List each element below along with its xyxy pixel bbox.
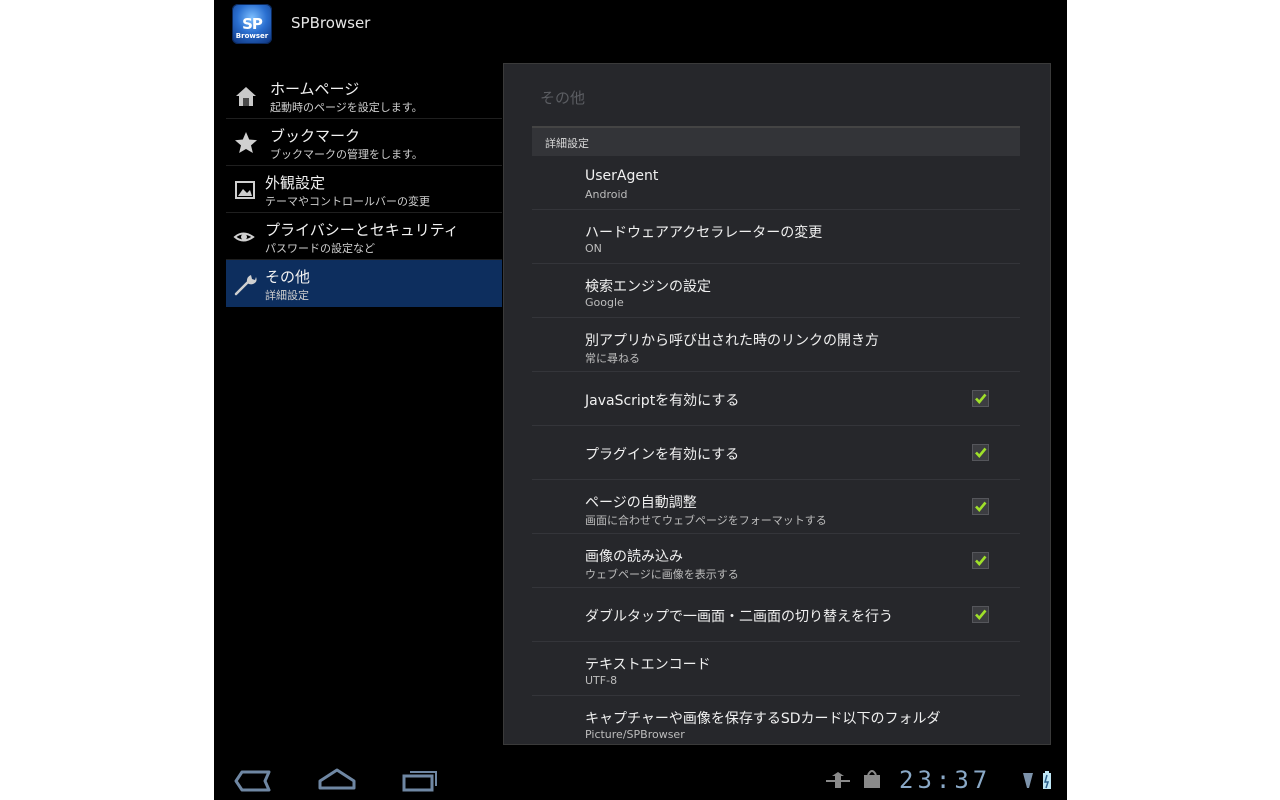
star-icon [235, 132, 257, 153]
setting-title: キャプチャーや画像を保存するSDカード以下のフォルダ [585, 711, 941, 727]
settings-sidebar: ホームページ 起動時のページを設定します。 ブックマーク ブックマークの管理をし… [226, 72, 502, 307]
back-icon[interactable] [234, 770, 271, 792]
sidebar-item-title: その他 [265, 268, 311, 286]
sidebar-item-homepage[interactable]: ホームページ 起動時のページを設定します。 [226, 72, 502, 119]
sidebar-item-subtitle: 詳細設定 [265, 289, 309, 302]
sidebar-item-other[interactable]: その他 詳細設定 [226, 260, 502, 307]
setting-row-load-images[interactable]: 画像の読み込み ウェブページに画像を表示する [532, 534, 1020, 588]
setting-title: テキストエンコード [585, 657, 711, 673]
setting-title: プラグインを有効にする [585, 447, 740, 463]
setting-title: 別アプリから呼び出された時のリンクの開き方 [585, 333, 879, 349]
settings-list: UserAgent Android ハードウェアアクセラレーターの変更 ON 検… [532, 156, 1020, 744]
home-icon[interactable] [318, 768, 356, 790]
picture-icon [235, 181, 255, 199]
checkbox-checked-icon[interactable] [972, 498, 989, 515]
panel-header: その他 [540, 89, 586, 107]
sidebar-item-appearance[interactable]: 外観設定 テーマやコントロールバーの変更 [226, 166, 502, 213]
setting-title: 画像の読み込み [585, 549, 683, 565]
setting-title: 検索エンジンの設定 [585, 279, 711, 295]
action-bar: SP Browser SPBrowser [214, 0, 1067, 48]
recent-apps-icon[interactable] [402, 771, 437, 792]
setting-value: 常に尋ねる [585, 352, 640, 365]
setting-value: Picture/SPBrowser [585, 728, 685, 741]
checkbox-checked-icon[interactable] [972, 552, 989, 569]
setting-row-plugins[interactable]: プラグインを有効にする [532, 426, 1020, 480]
sidebar-item-title: プライバシーとセキュリティ [265, 221, 459, 239]
sidebar-item-subtitle: パスワードの設定など [265, 242, 375, 255]
setting-value: UTF-8 [585, 674, 618, 687]
app-title: SPBrowser [291, 14, 371, 32]
sidebar-item-subtitle: 起動時のページを設定します。 [270, 101, 423, 114]
home-icon [236, 87, 256, 106]
app-logo-icon[interactable]: SP Browser [232, 4, 272, 44]
wrench-icon [234, 275, 257, 296]
section-header: 詳細設定 [532, 126, 1020, 156]
usb-debug-icon[interactable] [826, 772, 850, 788]
setting-value: Google [585, 296, 624, 309]
setting-title: ダブルタップで一画面・二画面の切り替えを行う [585, 609, 893, 625]
sidebar-item-title: ブックマーク [270, 127, 361, 145]
settings-panel: その他 詳細設定 UserAgent Android ハードウェアアクセラレータ… [503, 63, 1051, 745]
eye-icon [233, 232, 255, 242]
checkbox-checked-icon[interactable] [972, 606, 989, 623]
setting-value: 画面に合わせてウェブページをフォーマットする [585, 514, 827, 527]
setting-row-hardware-acceleration[interactable]: ハードウェアアクセラレーターの変更 ON [532, 210, 1020, 264]
checkbox-checked-icon[interactable] [972, 444, 989, 461]
setting-title: ハードウェアアクセラレーターの変更 [585, 225, 823, 241]
shop-bag-icon[interactable] [864, 770, 880, 788]
setting-value: ON [585, 242, 602, 255]
sidebar-item-title: 外観設定 [265, 174, 326, 192]
setting-title: UserAgent [585, 168, 659, 184]
setting-title: JavaScriptを有効にする [585, 393, 740, 409]
setting-row-useragent[interactable]: UserAgent Android [532, 156, 1020, 210]
sidebar-item-bookmarks[interactable]: ブックマーク ブックマークの管理をします。 [226, 119, 502, 166]
setting-row-javascript[interactable]: JavaScriptを有効にする [532, 372, 1020, 426]
signal-icon [1023, 773, 1033, 788]
section-title: 詳細設定 [545, 137, 589, 150]
checkbox-checked-icon[interactable] [972, 390, 989, 407]
sidebar-item-title: ホームページ [270, 80, 360, 98]
setting-title: ページの自動調整 [585, 495, 697, 511]
setting-row-double-tap[interactable]: ダブルタップで一画面・二画面の切り替えを行う [532, 588, 1020, 642]
setting-row-text-encoding[interactable]: テキストエンコード UTF-8 [532, 642, 1020, 696]
setting-row-save-folder[interactable]: キャプチャーや画像を保存するSDカード以下のフォルダ Picture/SPBro… [532, 696, 1020, 744]
setting-value: Android [585, 188, 628, 201]
sidebar-item-privacy-security[interactable]: プライバシーとセキュリティ パスワードの設定など [226, 213, 502, 260]
setting-row-link-open-method[interactable]: 別アプリから呼び出された時のリンクの開き方 常に尋ねる [532, 318, 1020, 372]
tablet-screen: SP Browser SPBrowser ホームページ 起動時のページを設定しま… [214, 0, 1067, 800]
sidebar-item-subtitle: ブックマークの管理をします。 [270, 148, 423, 161]
sidebar-item-subtitle: テーマやコントロールバーの変更 [265, 195, 430, 208]
setting-value: ウェブページに画像を表示する [585, 568, 739, 581]
setting-row-search-engine[interactable]: 検索エンジンの設定 Google [532, 264, 1020, 318]
status-clock[interactable]: 23:37 [899, 766, 991, 794]
battery-icon [1043, 771, 1051, 789]
setting-row-auto-fit[interactable]: ページの自動調整 画面に合わせてウェブページをフォーマットする [532, 480, 1020, 534]
